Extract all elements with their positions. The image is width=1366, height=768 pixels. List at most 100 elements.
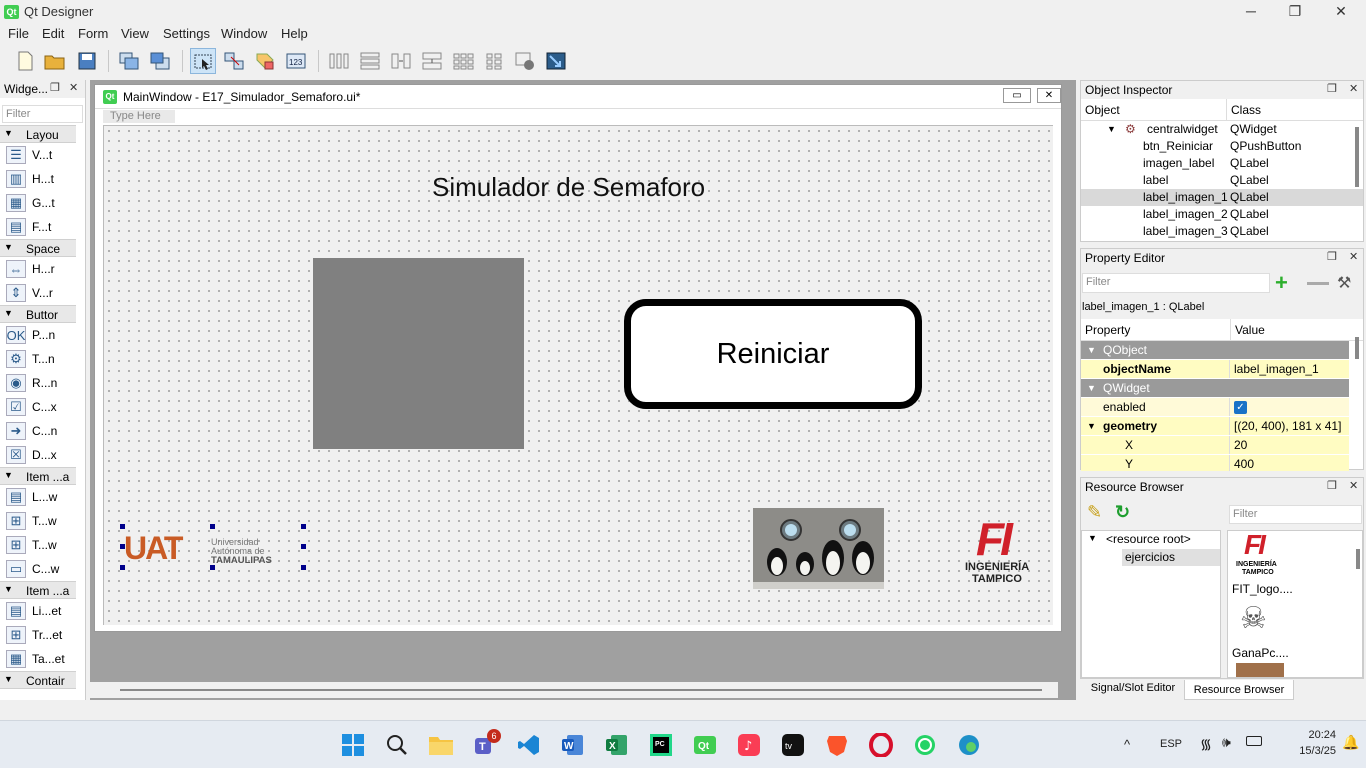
layout-v-splitter-icon[interactable] [419,48,445,74]
property-filter-input[interactable]: Filter [1082,273,1270,293]
edit-resources-pencil-icon[interactable]: ✎ [1087,502,1102,523]
object-inspector-scrollbar-thumb[interactable] [1355,127,1359,187]
form-window[interactable]: Qt MainWindow - E17_Simulador_Semaforo.u… [94,84,1062,632]
widget-item[interactable]: ☒ D...x [0,443,76,467]
dock-close-icon[interactable]: ✕ [1349,82,1358,95]
save-icon[interactable] [74,48,100,74]
resource-fit-logo-thumb[interactable]: FI INGENIERÍA TAMPICO [1232,531,1288,585]
dock-close-icon[interactable]: ✕ [1349,250,1358,263]
widget-item[interactable]: ▦ Ta...et [0,647,76,671]
widget-item[interactable]: ▤ F...t [0,215,76,239]
enabled-checkbox[interactable]: ✓ [1234,401,1247,415]
whatsapp-icon[interactable] [909,729,941,761]
widget-item[interactable]: ▭ C...w [0,557,76,581]
dock-float-icon[interactable]: ❐ [1327,82,1337,95]
close-button[interactable]: ✕ [1318,0,1364,24]
clock-date[interactable]: 15/3/25 [1292,745,1336,757]
teams-icon[interactable]: T6 [469,729,501,761]
object-tree-row[interactable]: label_imagen_1 QLabel [1081,189,1363,206]
selection-handle[interactable] [120,565,125,570]
prop-x[interactable]: X 20 [1081,436,1349,455]
remove-property-icon[interactable] [1307,282,1329,285]
add-property-icon[interactable]: + [1275,272,1288,294]
widget-item[interactable]: ▦ G...t [0,191,76,215]
column-value[interactable]: Value [1231,319,1269,340]
word-icon[interactable]: W [557,729,589,761]
battery-icon[interactable] [1246,736,1262,746]
excel-icon[interactable]: X [601,729,633,761]
dock-close-icon[interactable]: ✕ [69,81,78,94]
central-widget-canvas[interactable]: Simulador de Semaforo Reiniciar UAT Univ… [103,125,1053,625]
apple-music-icon[interactable]: ♪ [733,729,765,761]
edit-widgets-icon[interactable] [190,48,216,74]
selection-handle[interactable] [210,565,215,570]
dock-float-icon[interactable]: ❐ [1327,250,1337,263]
widget-item[interactable]: ⊞ T...w [0,509,76,533]
dock-float-icon[interactable]: ❐ [1327,479,1337,492]
brave-browser-icon[interactable] [821,729,853,761]
edge-browser-icon[interactable] [953,729,985,761]
resource-folder-ejercicios[interactable]: ejercicios [1122,549,1220,566]
edit-signals-slots-icon[interactable] [221,48,247,74]
search-icon[interactable] [381,729,413,761]
apple-tv-icon[interactable]: tv [777,729,809,761]
send-to-back-icon[interactable] [116,48,142,74]
edit-tab-order-icon[interactable]: 123 [283,48,309,74]
menu-file[interactable]: File [8,26,29,41]
horizontal-scrollbar[interactable] [90,682,1058,698]
widget-category-header[interactable]: ▼ Item ...a [0,467,76,485]
start-windows-icon[interactable] [337,729,369,761]
new-file-icon[interactable] [12,48,38,74]
group-qwidget[interactable]: ▼ QWidget [1081,379,1349,398]
break-layout-icon[interactable] [512,48,538,74]
widget-item[interactable]: OK P...n [0,323,76,347]
widget-category-header[interactable]: ▼ Layou [0,125,76,143]
wifi-icon[interactable]: ᯾ [1200,735,1212,754]
widget-item[interactable]: ⊞ T...w [0,533,76,557]
reload-resources-icon[interactable]: ↻ [1115,502,1130,523]
resource-root-item[interactable]: <resource root> [1106,532,1191,546]
widget-item[interactable]: ⚙ T...n [0,347,76,371]
property-scrollbar-thumb[interactable] [1355,337,1359,359]
widget-item[interactable]: ⇔ H...r [0,257,76,281]
prop-enabled[interactable]: enabled ✓ [1081,398,1349,417]
selection-handle[interactable] [301,524,306,529]
edit-buddies-icon[interactable] [252,48,278,74]
layout-horizontal-icon[interactable] [326,48,352,74]
volume-icon[interactable]: 🕪 [1222,734,1231,751]
uat-logo-label[interactable]: UAT Universidad Autónoma de TAMAULIPAS [122,526,303,567]
widget-item[interactable]: ▤ Li...et [0,599,76,623]
layout-form-icon[interactable] [481,48,507,74]
menu-help[interactable]: Help [281,26,308,41]
form-minimize-button[interactable]: ▭ [1003,88,1031,103]
widget-category-header[interactable]: ▼ Item ...a [0,581,76,599]
widget-item[interactable]: ◉ R...n [0,371,76,395]
object-tree-row[interactable]: label_imagen_3 QLabel [1081,223,1363,240]
menu-view[interactable]: View [121,26,149,41]
tab-signal-slot-editor[interactable]: Signal/Slot Editor [1084,682,1182,694]
notification-bell-icon[interactable]: 🔔 [1342,734,1359,751]
selection-handle[interactable] [120,544,125,549]
column-object[interactable]: Object [1081,99,1227,120]
widget-item[interactable]: ⊞ Tr...et [0,623,76,647]
widget-category-header[interactable]: ▼ Buttor [0,305,76,323]
widget-category-header[interactable]: ▼ Contair [0,671,76,689]
layout-h-splitter-icon[interactable] [388,48,414,74]
tab-resource-browser[interactable]: Resource Browser [1184,680,1294,700]
widget-item[interactable]: ➜ C...n [0,419,76,443]
adjust-size-icon[interactable] [543,48,569,74]
column-property[interactable]: Property [1081,319,1231,340]
tray-chevron-icon[interactable]: ^ [1124,737,1130,752]
widget-category-header[interactable]: ▼ Space [0,239,76,257]
bring-to-front-icon[interactable] [147,48,173,74]
prop-y[interactable]: Y 400 [1081,455,1349,471]
scrollbar-thumb[interactable] [120,689,1042,691]
imagen-label-placeholder[interactable] [313,258,524,449]
menubar-type-here[interactable]: Type Here [103,110,175,123]
configure-wrench-icon[interactable]: ⚒ [1337,273,1351,293]
chevron-down-icon[interactable]: ▼ [1107,121,1116,138]
resource-thumb-partial[interactable] [1236,663,1284,677]
prop-geometry[interactable]: ▼ geometry [(20, 400), 181 x 41] [1081,417,1349,436]
object-tree-row[interactable]: btn_Reiniciar QPushButton [1081,138,1363,155]
object-tree-row[interactable]: ▼ ⚙ centralwidget QWidget [1081,121,1363,138]
